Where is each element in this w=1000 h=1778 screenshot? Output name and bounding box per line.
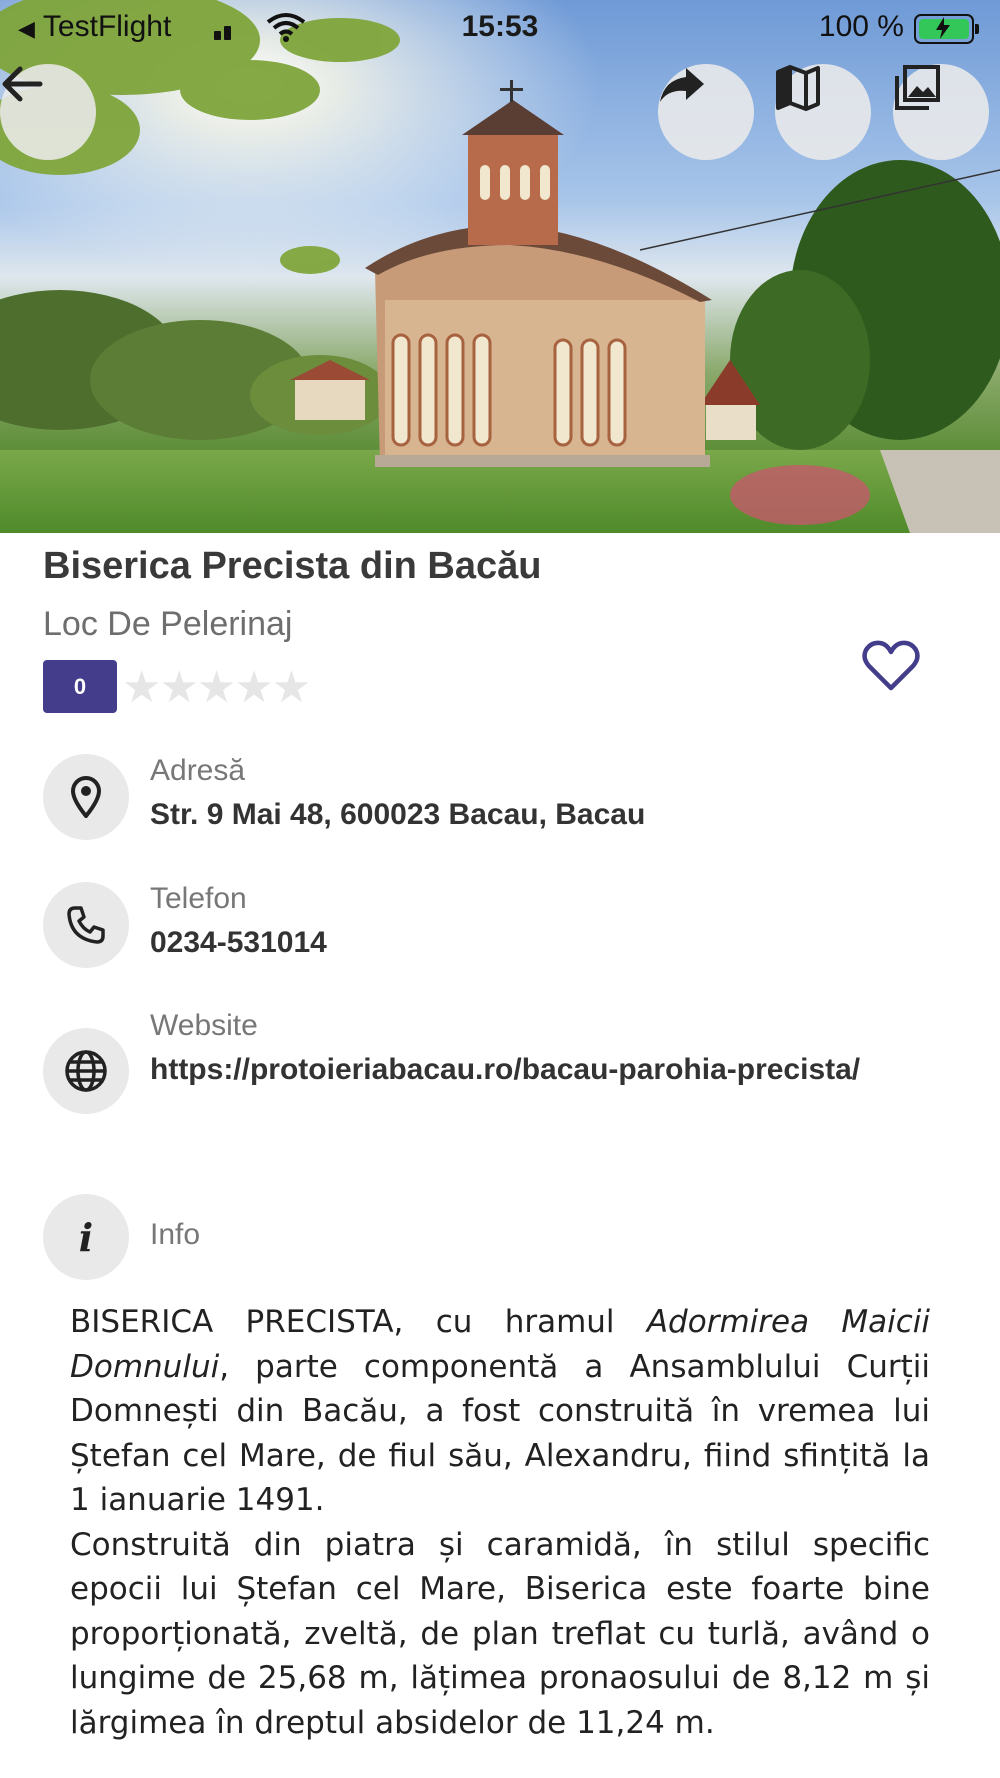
globe-icon <box>43 1028 129 1114</box>
battery-icon <box>914 14 979 44</box>
place-title: Biserica Precista din Bacău <box>43 545 542 587</box>
description-p1-start: BISERICA PRECISTA, cu hramul <box>70 1304 647 1340</box>
map-icon <box>776 65 820 111</box>
star-rating[interactable]: ★★★★★ <box>122 662 311 713</box>
location-pin-icon <box>43 754 129 840</box>
phone-value[interactable]: 0234-531014 <box>150 924 870 962</box>
battery-percent: 100 % <box>818 10 904 43</box>
favorite-heart-icon[interactable] <box>862 640 920 692</box>
description-paragraph-2: Construită din piatra și caramidă, în st… <box>70 1526 930 1741</box>
phone-icon <box>43 882 129 968</box>
gallery-button[interactable] <box>893 64 989 160</box>
back-button[interactable] <box>0 64 96 160</box>
website-value[interactable]: https://protoieriabacau.ro/bacau-parohia… <box>150 1051 870 1089</box>
map-button[interactable] <box>775 64 871 160</box>
info-label: Info <box>150 1218 201 1251</box>
place-category: Loc De Pelerinaj <box>43 605 293 643</box>
address-value: Str. 9 Mai 48, 600023 Bacau, Bacau <box>150 798 646 831</box>
arrow-left-icon <box>2 66 43 102</box>
website-label: Website <box>150 1009 258 1042</box>
rating-badge: 0 <box>43 660 117 713</box>
description-text: BISERICA PRECISTA, cu hramul Adormirea M… <box>70 1300 930 1745</box>
description-paragraph-1: BISERICA PRECISTA, cu hramul Adormirea M… <box>70 1300 930 1523</box>
share-button[interactable] <box>658 64 754 160</box>
phone-label: Telefon <box>150 882 247 915</box>
share-icon <box>660 68 704 102</box>
address-label: Adresă <box>150 754 246 787</box>
hero-image: ◀ TestFlight 15:53 100 % <box>0 0 1000 533</box>
status-bar: ◀ TestFlight 15:53 100 % <box>0 0 1000 56</box>
gallery-icon <box>895 65 940 110</box>
info-icon: i <box>43 1194 129 1280</box>
